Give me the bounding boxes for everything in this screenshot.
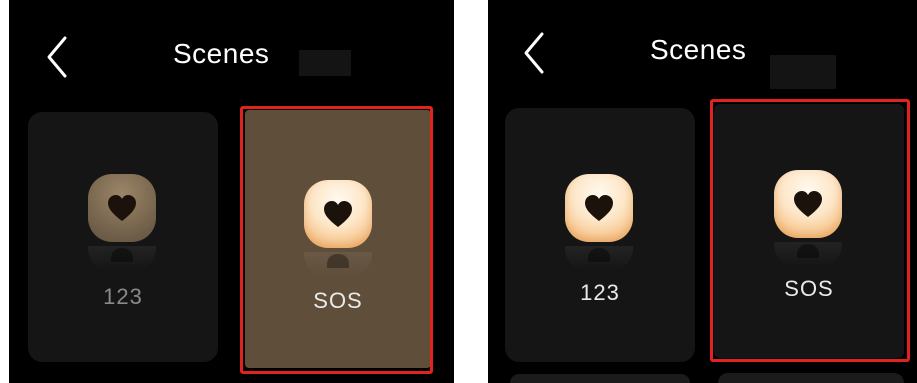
back-button[interactable] (39, 32, 75, 82)
scenes-screen-right: Scenes 123 SOS (488, 0, 917, 383)
scene-tile-sos[interactable]: SOS (714, 104, 904, 358)
reflection-heart-shape (588, 248, 610, 262)
icon-reflection (774, 242, 842, 268)
scene-tile-sos[interactable]: SOS (245, 110, 431, 368)
header-placeholder-block (299, 50, 351, 76)
icon-reflection (304, 252, 372, 278)
reflection-heart-shape (797, 244, 819, 258)
reflection-heart-shape (111, 248, 133, 262)
icon-reflection (88, 246, 156, 272)
icon-reflection (565, 246, 633, 272)
scene-tile-123[interactable]: 123 (28, 112, 218, 362)
heart-icon (324, 201, 352, 227)
back-button[interactable] (516, 28, 552, 78)
scene-icon (88, 174, 156, 242)
scene-icon (774, 170, 842, 238)
scene-label: SOS (784, 276, 834, 301)
heart-icon (108, 195, 136, 221)
scene-label: SOS (313, 288, 363, 313)
next-row-tile-peek (510, 374, 690, 383)
next-row-tile-peek (718, 373, 904, 383)
scene-icon (565, 174, 633, 242)
scene-icon (304, 180, 372, 248)
header-placeholder-block (770, 55, 836, 89)
heart-icon (794, 191, 822, 217)
scene-label: 123 (580, 280, 620, 305)
page-title: Scenes (173, 38, 270, 69)
page-title: Scenes (650, 34, 747, 65)
scene-label: 123 (103, 284, 143, 309)
scene-tile-123[interactable]: 123 (505, 108, 695, 362)
chevron-left-icon (524, 32, 544, 74)
heart-icon (585, 195, 613, 221)
scenes-screen-left: Scenes 123 SOS (9, 0, 454, 383)
reflection-heart-shape (327, 254, 349, 268)
chevron-left-icon (47, 36, 67, 78)
